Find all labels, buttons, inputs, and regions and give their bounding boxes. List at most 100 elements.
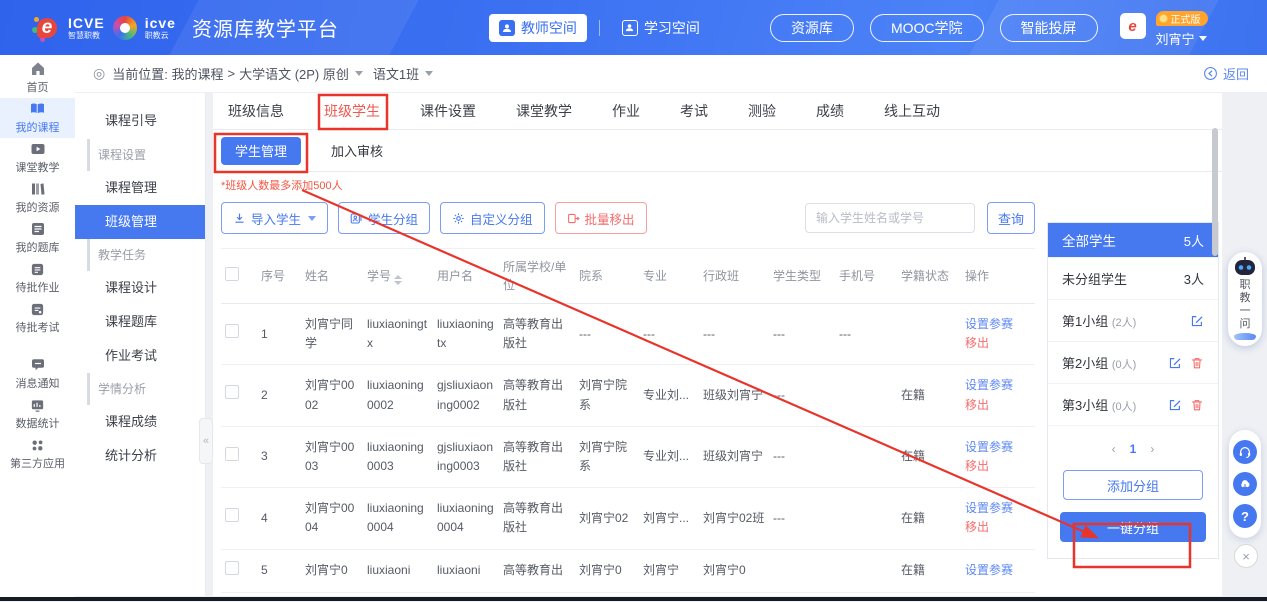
cell-dept: 刘宵宁院系 [575, 426, 639, 487]
set-contest-link[interactable]: 设置参赛 [965, 561, 1031, 580]
row-checkbox[interactable] [225, 508, 239, 522]
row-checkbox[interactable] [225, 324, 239, 338]
batch-remove-button[interactable]: 批量移出 [555, 202, 647, 234]
cell-phone [835, 426, 897, 487]
vertical-scrollbar[interactable] [1212, 128, 1218, 256]
breadcrumb-course-select[interactable]: 大学语文 (2P) 原创 [239, 64, 349, 83]
subtab-join-review[interactable]: 加入审核 [317, 137, 397, 165]
student-name-link[interactable]: 刘宵宁0004 [301, 488, 363, 549]
sidebar-item-pending-exams[interactable]: 待批考试 [0, 298, 75, 338]
sidebar-collapse-handle[interactable]: « [199, 418, 213, 464]
student-grouping-button[interactable]: 学生分组 [338, 202, 430, 234]
student-search-input[interactable] [805, 203, 975, 233]
edit-icon[interactable] [1168, 398, 1182, 412]
customer-service-button[interactable] [1233, 440, 1257, 464]
download-center-button[interactable] [1233, 472, 1257, 496]
student-name-link[interactable]: 刘宵宁0003 [301, 426, 363, 487]
breadcrumb-class-select[interactable]: 语文1班 [373, 64, 419, 83]
course-nav-guide[interactable]: 课程引导 [75, 103, 205, 139]
chevron-down-icon [425, 71, 433, 76]
tab-courseware-settings[interactable]: 课件设置 [420, 93, 476, 130]
select-all-checkbox[interactable] [225, 267, 239, 281]
student-name-link[interactable]: 刘宵宁同学 [301, 304, 363, 365]
custom-grouping-button[interactable]: 自定义分组 [440, 202, 545, 234]
group-item-1[interactable]: 第1小组 (2人) [1048, 300, 1218, 342]
student-name-link[interactable]: 刘宵宁0002 [301, 365, 363, 426]
sidebar-item-data-statistics[interactable]: 数据统计 [0, 394, 75, 434]
close-rail-button[interactable]: × [1234, 544, 1258, 568]
col-student-no[interactable]: 学号 [363, 249, 433, 304]
edit-icon[interactable] [1168, 356, 1182, 370]
app-icon[interactable]: e [1120, 13, 1146, 39]
course-nav-section-settings: 课程设置 [87, 139, 205, 171]
sort-icon[interactable] [394, 275, 402, 285]
breadcrumb-my-courses[interactable]: 我的课程 [171, 64, 223, 83]
user-menu[interactable]: 刘宵宁 [1156, 29, 1207, 48]
set-contest-link[interactable]: 设置参赛 [965, 376, 1031, 395]
set-contest-link[interactable]: 设置参赛 [965, 315, 1031, 334]
remove-student-link[interactable]: 移出 [965, 396, 1031, 415]
remove-student-link[interactable]: 移出 [965, 518, 1031, 537]
import-students-button[interactable]: 导入学生 [221, 202, 328, 234]
edit-icon[interactable] [1190, 314, 1204, 328]
course-nav-question-bank[interactable]: 课程题库 [75, 305, 205, 339]
tab-class-students[interactable]: 班级学生 [324, 93, 380, 130]
smart-cast-link[interactable]: 智能投屏 [1000, 14, 1098, 42]
group-item-2[interactable]: 第2小组 (0人) [1048, 342, 1218, 384]
cell-username: gjsliuxiaoning0002 [433, 365, 499, 426]
sidebar-item-my-courses[interactable]: 我的课程 [0, 98, 75, 138]
prev-page-button[interactable]: ‹ [1112, 442, 1116, 456]
sidebar-item-home[interactable]: 首页 [0, 58, 75, 98]
course-nav-course-score[interactable]: 课程成绩 [75, 405, 205, 439]
sidebar-item-notifications[interactable]: 消息通知 [0, 354, 75, 394]
remove-student-link[interactable]: 移出 [965, 334, 1031, 353]
trash-icon[interactable] [1190, 398, 1204, 412]
cell-status [897, 304, 961, 365]
learning-space-button[interactable]: 学习空间 [612, 14, 710, 42]
auto-group-button[interactable]: 一键分组 [1060, 512, 1206, 542]
course-nav-class-manage[interactable]: 班级管理 [75, 205, 205, 239]
sidebar-item-pending-homework[interactable]: 待批作业 [0, 258, 75, 298]
mooc-college-link[interactable]: MOOC学院 [870, 14, 984, 42]
student-name-link[interactable]: 刘宵宁0 [301, 549, 363, 592]
course-nav-homework-exam[interactable]: 作业考试 [75, 339, 205, 373]
tab-online-interaction[interactable]: 线上互动 [884, 93, 940, 130]
set-contest-link[interactable]: 设置参赛 [965, 438, 1031, 457]
group-all-students[interactable]: 全部学生 5人 [1048, 223, 1218, 258]
teacher-space-button[interactable]: 教师空间 [489, 14, 587, 42]
next-page-button[interactable]: › [1150, 442, 1154, 456]
tab-quiz[interactable]: 测验 [748, 93, 776, 130]
course-nav-course-manage[interactable]: 课程管理 [75, 171, 205, 205]
course-nav-course-design[interactable]: 课程设计 [75, 271, 205, 305]
tab-homework[interactable]: 作业 [612, 93, 640, 130]
subtab-student-management[interactable]: 学生管理 [221, 137, 301, 165]
sidebar-item-my-question-bank[interactable]: 我的题库 [0, 218, 75, 258]
cell-username: liuxiaoning0004 [433, 488, 499, 549]
group-ungrouped-students[interactable]: 未分组学生 3人 [1048, 258, 1218, 300]
tab-exam[interactable]: 考试 [680, 93, 708, 130]
cell-major: 专业刘... [639, 426, 699, 487]
course-nav-statistics[interactable]: 统计分析 [75, 439, 205, 473]
row-checkbox[interactable] [225, 447, 239, 461]
set-contest-link[interactable]: 设置参赛 [965, 499, 1031, 518]
row-checkbox[interactable] [225, 385, 239, 399]
help-button[interactable]: ? [1233, 504, 1257, 528]
trash-icon[interactable] [1190, 356, 1204, 370]
assistant-widget[interactable]: 职 教 一 问 [1228, 252, 1262, 346]
add-group-button[interactable]: 添加分组 [1063, 470, 1203, 500]
cell-actions: 设置参赛移出 [961, 365, 1035, 426]
search-button[interactable]: 查询 [987, 202, 1035, 234]
back-button[interactable]: 返回 [1203, 64, 1249, 83]
sidebar-item-third-party-apps[interactable]: 第三方应用 [0, 434, 75, 474]
group-item-3[interactable]: 第3小组 (0人) [1048, 384, 1218, 426]
version-badge: 正式版 [1156, 11, 1208, 26]
current-page[interactable]: 1 [1130, 442, 1137, 456]
remove-student-link[interactable]: 移出 [965, 457, 1031, 476]
row-checkbox[interactable] [225, 561, 239, 575]
tab-classroom-teaching[interactable]: 课堂教学 [516, 93, 572, 130]
tab-grades[interactable]: 成绩 [816, 93, 844, 130]
sidebar-item-classroom-teaching[interactable]: 课堂教学 [0, 138, 75, 178]
sidebar-item-my-resources[interactable]: 我的资源 [0, 178, 75, 218]
tab-class-info[interactable]: 班级信息 [228, 93, 284, 130]
resource-library-link[interactable]: 资源库 [770, 14, 854, 42]
